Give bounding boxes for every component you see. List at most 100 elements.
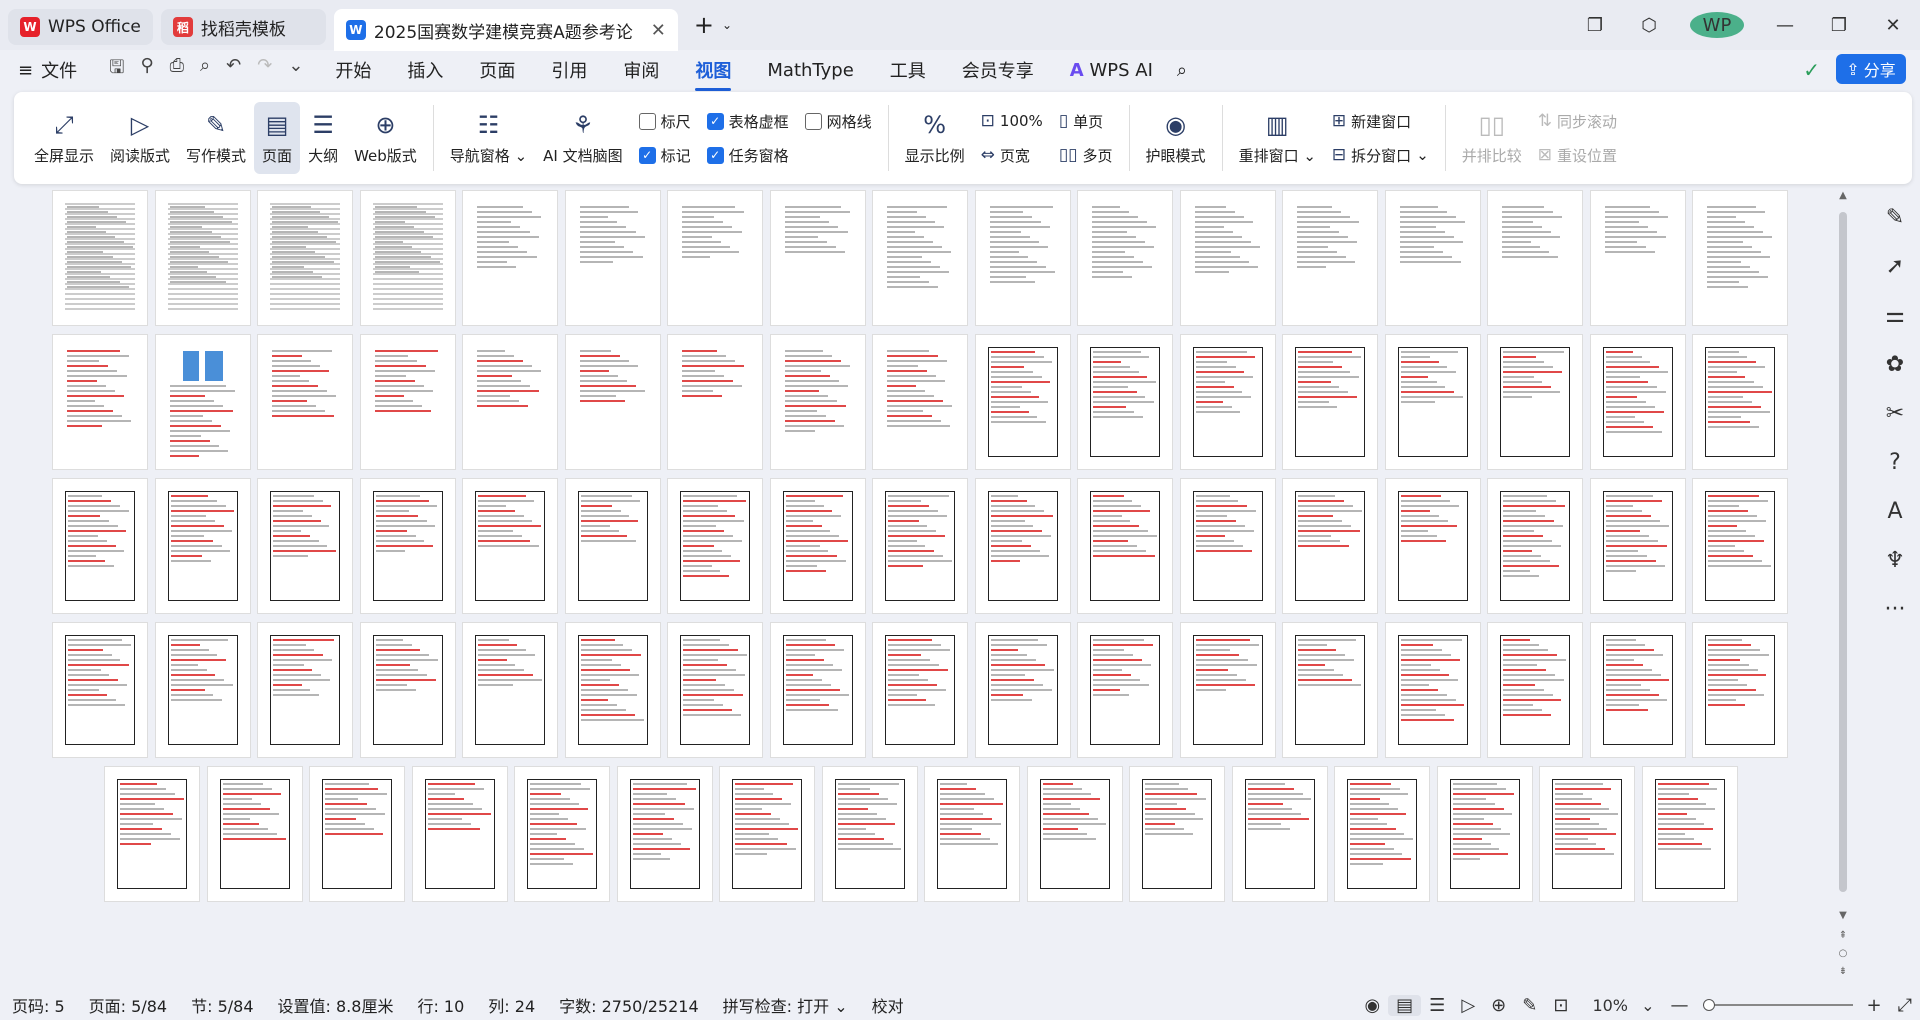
menu-page[interactable]: 页面 [461, 57, 533, 83]
page-thumbnail[interactable] [154, 478, 251, 614]
page-thumbnail[interactable] [1384, 190, 1481, 326]
page-thumbnail[interactable] [667, 334, 763, 470]
preview-icon[interactable]: ⌕ [200, 55, 210, 85]
page-thumbnail[interactable] [1282, 478, 1378, 614]
more-icon[interactable]: ⌄ [288, 55, 303, 85]
page-view-button[interactable]: ▤ 页面 [254, 102, 301, 174]
zoom-out-icon[interactable]: — [1663, 995, 1697, 1016]
vertical-scrollbar[interactable]: ▲ ▼ ⇞ ○ ⇟ [1836, 190, 1850, 980]
markup-checkbox[interactable]: ✓ 标记 [638, 143, 691, 167]
page-thumbnail[interactable] [154, 334, 251, 470]
page-thumbnail[interactable] [309, 766, 405, 902]
page-thumbnail[interactable] [564, 478, 661, 614]
page-thumbnail[interactable] [667, 622, 763, 758]
page-thumbnail[interactable] [1282, 334, 1378, 470]
menu-start[interactable]: 开始 [317, 57, 389, 83]
sliders-icon[interactable]: ⚌ [1885, 303, 1905, 328]
page-thumbnail[interactable] [924, 766, 1020, 902]
page-thumbnail[interactable] [1589, 478, 1686, 614]
page-thumbnail[interactable] [257, 478, 353, 614]
page-thumbnail[interactable] [359, 622, 456, 758]
page-thumbnail[interactable] [1282, 622, 1378, 758]
page-thumbnail[interactable] [974, 334, 1071, 470]
page-thumbnail[interactable] [154, 622, 251, 758]
rearrange-window-button[interactable]: ▥ 重排窗口 ⌄ [1231, 102, 1324, 174]
status-col[interactable]: 列: 24 [476, 993, 547, 1017]
writing-mode-button[interactable]: ✎ 写作模式 [178, 102, 254, 174]
page-thumbnail[interactable] [1129, 766, 1225, 902]
page-thumbnail[interactable] [872, 622, 968, 758]
status-words[interactable]: 字数: 2750/25214 [547, 993, 711, 1017]
page-thumbnail[interactable] [154, 190, 251, 326]
zoom-slider[interactable] [1702, 999, 1853, 1011]
window-icon[interactable]: ❐ [1568, 15, 1622, 36]
scroll-thumb[interactable] [1839, 212, 1847, 892]
page-thumbnail[interactable] [1487, 190, 1583, 326]
page-thumbnail[interactable] [1334, 766, 1430, 902]
menu-wps-ai[interactable]: A WPS AI [1052, 60, 1171, 81]
page-thumbnail[interactable] [1077, 622, 1173, 758]
page-thumbnail[interactable] [257, 190, 353, 326]
page-thumbnail[interactable] [52, 622, 148, 758]
page-thumbnail[interactable] [872, 478, 968, 614]
page-thumbnail[interactable] [257, 622, 353, 758]
undo-icon[interactable]: ↶ [226, 55, 241, 85]
page-thumbnail[interactable] [52, 478, 148, 614]
tab-document[interactable]: W 2025国赛数学建模竞赛A题参考论 ✕ [333, 9, 678, 51]
ai-mindmap-button[interactable]: ⚘ AI 文档脑图 [535, 102, 630, 174]
zoom-value[interactable]: 10% ⌄ [1576, 996, 1662, 1015]
page-thumbnail[interactable] [1384, 622, 1481, 758]
page-thumbnail[interactable] [769, 478, 866, 614]
page-thumbnail[interactable] [1077, 334, 1173, 470]
fullscreen-button[interactable]: ⤢ 全屏显示 [26, 102, 102, 174]
zoom-slider-handle[interactable] [1702, 999, 1715, 1011]
page-thumbnail[interactable] [1231, 766, 1328, 902]
page-thumbnail[interactable] [1487, 334, 1583, 470]
translate-icon[interactable]: A [1887, 499, 1902, 524]
menu-review[interactable]: 审阅 [605, 57, 677, 83]
menu-view[interactable]: 视图 [677, 57, 749, 91]
page-thumbnail[interactable] [1487, 478, 1583, 614]
close-tab-icon[interactable]: ✕ [651, 20, 666, 41]
hamburger-icon[interactable]: ≡ [18, 60, 33, 81]
tab-templates[interactable]: 稻 找稻壳模板 [160, 9, 326, 45]
status-page-code[interactable]: 页码: 5 [0, 993, 77, 1017]
help-icon[interactable]: ? [1889, 450, 1901, 475]
cloud-sync-icon[interactable]: ✓ [1803, 58, 1820, 82]
page-thumbnail[interactable] [1589, 334, 1686, 470]
page-thumbnail[interactable] [872, 190, 968, 326]
page-thumbnail[interactable] [667, 478, 763, 614]
page-thumbnail[interactable] [1436, 766, 1533, 902]
reset-position-button[interactable]: ⊠ 重设位置 [1538, 143, 1617, 167]
page-thumbnail[interactable] [104, 766, 200, 902]
play-icon[interactable]: ▷ [1453, 995, 1483, 1016]
web-view-button[interactable]: ⊕ Web版式 [346, 102, 425, 174]
pointer-icon[interactable]: ➚ [1886, 254, 1904, 279]
page-thumbnail[interactable] [1539, 766, 1635, 902]
task-pane-checkbox[interactable]: ✓ 任务窗格 [706, 143, 789, 167]
globe-icon[interactable]: ⊕ [1483, 995, 1514, 1016]
file-menu[interactable]: 文件 [33, 57, 95, 83]
zoom-in-icon[interactable]: + [1859, 995, 1890, 1016]
page-thumbnail[interactable] [1641, 766, 1738, 902]
menu-member[interactable]: 会员专享 [944, 57, 1052, 83]
search-icon[interactable]: ⌕ [1177, 60, 1187, 81]
scroll-down-icon[interactable]: ▼ [1836, 910, 1850, 921]
eye-care-button[interactable]: ◉ 护眼模式 [1138, 102, 1214, 174]
fit-icon[interactable]: ⊡ [1545, 995, 1576, 1016]
page-thumbnail[interactable] [1026, 766, 1123, 902]
page-thumbnail[interactable] [872, 334, 968, 470]
page-thumbnail[interactable] [52, 334, 148, 470]
page-thumbnail[interactable] [974, 190, 1071, 326]
page-thumbnail[interactable] [1282, 190, 1378, 326]
page-thumbnail[interactable] [1179, 334, 1276, 470]
page-thumbnail[interactable] [206, 766, 303, 902]
page-thumbnail[interactable] [462, 190, 558, 326]
page-thumbnail[interactable] [1692, 190, 1788, 326]
menu-insert[interactable]: 插入 [389, 57, 461, 83]
eye-icon[interactable]: ◉ [1356, 995, 1388, 1016]
page-thumbnail[interactable] [1692, 334, 1788, 470]
page-thumbnail[interactable] [1384, 334, 1481, 470]
status-setting[interactable]: 设置值: 8.8厘米 [266, 993, 406, 1017]
page-thumbnail[interactable] [411, 766, 508, 902]
